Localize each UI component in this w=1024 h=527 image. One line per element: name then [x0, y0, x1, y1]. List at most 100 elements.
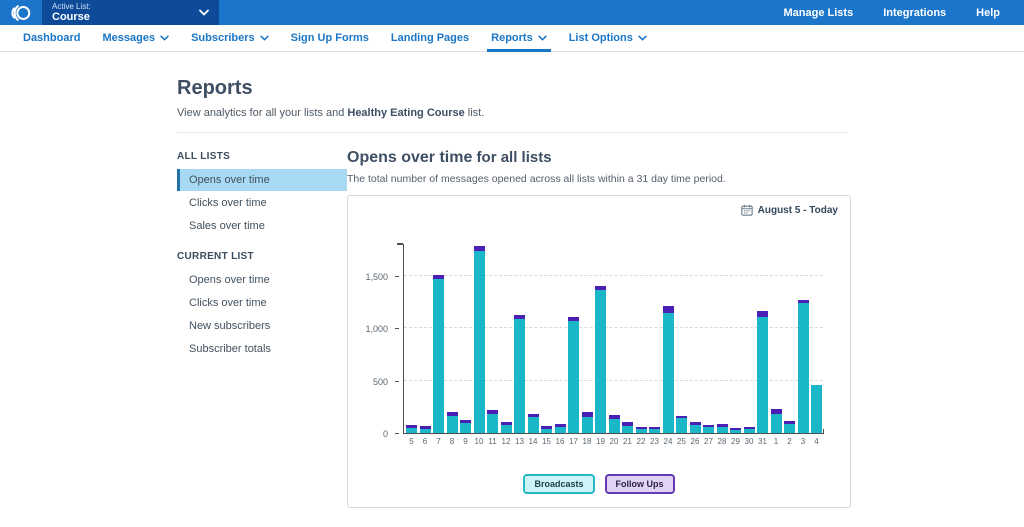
sidebar-item-all-clicks-over-time[interactable]: Clicks over time — [177, 192, 347, 214]
bar-day-29[interactable]: 29 — [730, 244, 741, 433]
bar-day-13[interactable]: 13 — [514, 244, 525, 433]
bar-day-15[interactable]: 15 — [541, 244, 552, 433]
report-description: The total number of messages opened acro… — [347, 173, 851, 185]
bar-day-25[interactable]: 25 — [676, 244, 687, 433]
date-range-selector[interactable]: August 5 - Today — [741, 204, 838, 216]
bar-day-21[interactable]: 21 — [622, 244, 633, 433]
bar-day-7[interactable]: 7 — [433, 244, 444, 433]
broadcasts-segment — [487, 414, 498, 433]
date-range-label: August 5 - Today — [758, 205, 838, 216]
bar-day-31[interactable]: 31 — [757, 244, 768, 433]
broadcasts-segment — [501, 425, 512, 433]
nav-item-subscribers[interactable]: Subscribers — [180, 25, 280, 51]
bar-day-3[interactable]: 3 — [798, 244, 809, 433]
main-nav: Dashboard Messages Subscribers Sign Up F… — [0, 25, 1024, 52]
broadcasts-segment — [568, 321, 579, 433]
broadcasts-segment — [555, 427, 566, 433]
bar-day-4[interactable]: 4 — [811, 244, 822, 433]
nav-item-sign-up-forms[interactable]: Sign Up Forms — [280, 25, 380, 51]
bar-day-22[interactable]: 22 — [636, 244, 647, 433]
sidebar-header-current-list: CURRENT LIST — [177, 251, 347, 262]
x-axis-label: 17 — [569, 437, 578, 446]
integrations-link[interactable]: Integrations — [883, 7, 946, 19]
sidebar-item-all-sales-over-time[interactable]: Sales over time — [177, 215, 347, 237]
x-axis-label: 18 — [583, 437, 592, 446]
subtitle-list-name: Healthy Eating Course — [347, 107, 464, 119]
broadcasts-segment — [663, 313, 674, 433]
page-content: Reports View analytics for all your list… — [0, 77, 1024, 508]
bar-day-18[interactable]: 18 — [582, 244, 593, 433]
broadcasts-segment — [676, 418, 687, 433]
x-axis-label: 24 — [664, 437, 673, 446]
aweber-logo-icon — [10, 2, 32, 24]
nav-item-dashboard[interactable]: Dashboard — [12, 25, 91, 51]
bar-day-24[interactable]: 24 — [663, 244, 674, 433]
subtitle-text: View analytics for all your lists and — [177, 107, 347, 119]
y-tick-mark — [395, 276, 399, 277]
manage-lists-link[interactable]: Manage Lists — [784, 7, 854, 19]
chevron-down-icon — [538, 35, 547, 41]
bar-day-10[interactable]: 10 — [474, 244, 485, 433]
bar-day-8[interactable]: 8 — [447, 244, 458, 433]
chart-legend: Broadcasts Follow Ups — [348, 474, 850, 494]
bar-day-6[interactable]: 6 — [420, 244, 431, 433]
x-axis-label: 8 — [450, 437, 454, 446]
aweber-logo[interactable] — [0, 0, 42, 25]
y-tick-label: 500 — [373, 377, 388, 387]
bar-day-1[interactable]: 1 — [771, 244, 782, 433]
x-axis-label: 6 — [423, 437, 427, 446]
help-link[interactable]: Help — [976, 7, 1000, 19]
nav-item-messages[interactable]: Messages — [91, 25, 180, 51]
bar-day-20[interactable]: 20 — [609, 244, 620, 433]
bar-day-17[interactable]: 17 — [568, 244, 579, 433]
nav-item-landing-pages[interactable]: Landing Pages — [380, 25, 480, 51]
bar-day-30[interactable]: 30 — [744, 244, 755, 433]
bar-day-16[interactable]: 16 — [555, 244, 566, 433]
bar-day-28[interactable]: 28 — [717, 244, 728, 433]
sidebar-item-all-opens-over-time[interactable]: Opens over time — [177, 169, 347, 191]
bar-day-12[interactable]: 12 — [501, 244, 512, 433]
x-axis-label: 4 — [814, 437, 818, 446]
broadcasts-segment — [447, 416, 458, 433]
bar-day-19[interactable]: 19 — [595, 244, 606, 433]
report-title: Opens over time for all lists — [347, 149, 851, 167]
nav-item-list-options[interactable]: List Options — [558, 25, 658, 51]
broadcasts-segment — [622, 426, 633, 433]
bar-day-14[interactable]: 14 — [528, 244, 539, 433]
bar-day-26[interactable]: 26 — [690, 244, 701, 433]
legend-broadcasts-button[interactable]: Broadcasts — [523, 474, 594, 494]
sidebar-item-subscriber-totals[interactable]: Subscriber totals — [177, 338, 347, 360]
broadcasts-segment — [420, 429, 431, 433]
x-axis-label: 27 — [704, 437, 713, 446]
legend-follow-ups-button[interactable]: Follow Ups — [605, 474, 675, 494]
sidebar-item-current-opens-over-time[interactable]: Opens over time — [177, 269, 347, 291]
nav-label: List Options — [569, 32, 633, 44]
report-section: Opens over time for all lists The total … — [347, 149, 851, 508]
bar-day-9[interactable]: 9 — [460, 244, 471, 433]
sidebar-item-new-subscribers[interactable]: New subscribers — [177, 315, 347, 337]
subtitle-text: list. — [465, 107, 485, 119]
active-list-dropdown[interactable]: Active List: Course — [42, 0, 219, 25]
bar-day-27[interactable]: 27 — [703, 244, 714, 433]
sidebar-item-current-clicks-over-time[interactable]: Clicks over time — [177, 292, 347, 314]
bar-day-23[interactable]: 23 — [649, 244, 660, 433]
bar-day-5[interactable]: 5 — [406, 244, 417, 433]
broadcasts-segment — [474, 251, 485, 433]
nav-item-reports[interactable]: Reports — [480, 25, 558, 51]
broadcasts-segment — [798, 303, 809, 433]
x-axis-label: 16 — [556, 437, 565, 446]
broadcasts-segment — [690, 425, 701, 433]
page-subtitle: View analytics for all your lists and He… — [177, 107, 1024, 119]
nav-label: Sign Up Forms — [291, 32, 369, 44]
x-axis-label: 19 — [596, 437, 605, 446]
divider — [177, 132, 847, 133]
broadcasts-segment — [636, 429, 647, 433]
chevron-down-icon — [199, 9, 209, 16]
bar-day-11[interactable]: 11 — [487, 244, 498, 433]
x-axis-label: 20 — [610, 437, 619, 446]
broadcasts-segment — [514, 319, 525, 433]
y-tick-label: 0 — [383, 429, 388, 439]
sidebar-header-all-lists: ALL LISTS — [177, 151, 347, 162]
bar-day-2[interactable]: 2 — [784, 244, 795, 433]
chevron-down-icon — [260, 35, 269, 41]
